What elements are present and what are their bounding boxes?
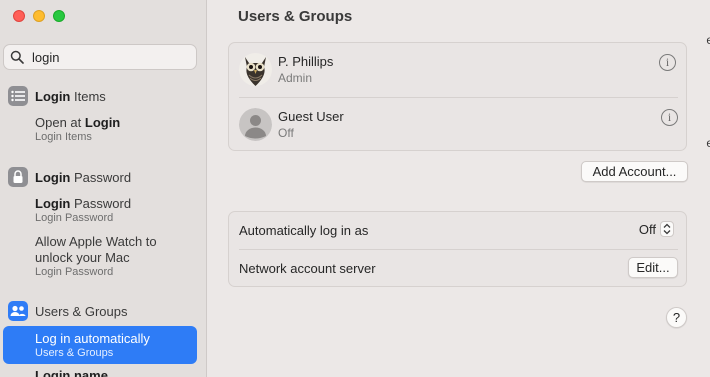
list-icon [8,86,28,106]
search-field[interactable]: × [3,44,206,70]
user-role: Off [278,126,294,140]
result-title-line2: unlock your Mac [35,250,130,265]
section-login-items[interactable]: Login Items [8,85,106,107]
minimize-window-button[interactable] [33,10,45,22]
lock-icon [8,167,28,187]
user-role: Admin [278,71,313,85]
auto-login-row: Automatically log in as Off [229,212,686,249]
result-subtitle: Users & Groups [35,347,114,359]
user-row[interactable]: P. Phillips Admin i [229,43,686,97]
close-window-button[interactable] [13,10,25,22]
auto-login-value: Off [638,221,656,237]
user-row[interactable]: Guest User Off i [239,97,678,151]
clipped-window-text: e [706,136,710,150]
user-name: Guest User [278,109,344,124]
result-subtitle: Login Items [35,131,92,143]
up-down-chevron-icon [660,221,674,237]
sidebar: × Login Items Open at Login Login Items … [0,0,207,377]
result-open-at-login[interactable]: Open at Login Login Items [35,115,120,144]
search-input[interactable] [32,49,206,65]
result-title: Open at Login [35,115,121,130]
users-list: P. Phillips Admin i Guest User Off i [228,42,687,151]
zoom-window-button[interactable] [53,10,65,22]
network-server-label: Network account server [239,261,376,276]
info-icon[interactable]: i [659,54,676,71]
owl-avatar [239,53,272,86]
window-controls [13,10,65,22]
result-title: Log in automatically [35,331,150,346]
result-login-password[interactable]: Login Password Login Password [35,196,131,225]
result-subtitle: Login Password [35,212,114,224]
result-title: Login Password [35,196,132,211]
result-log-in-automatically[interactable]: Log in automatically Users & Groups [3,326,197,364]
result-subtitle: Login Password [35,266,114,278]
users-icon [8,301,28,321]
clipped-window-text: e [706,33,710,47]
login-settings: Automatically log in as Off Network acco… [228,211,687,287]
result-login-name[interactable]: Login name [35,368,108,377]
result-title-line1: Allow Apple Watch to [35,234,157,249]
result-title: Login name [35,368,108,377]
search-icon [10,50,24,64]
edit-button[interactable]: Edit... [628,257,678,278]
section-label: Login Password [35,169,132,185]
result-apple-watch-unlock[interactable]: Allow Apple Watch to unlock your Mac Log… [35,234,157,279]
info-icon[interactable]: i [661,109,678,126]
section-login-password[interactable]: Login Password [8,166,131,188]
help-button[interactable]: ? [666,307,687,328]
network-server-row: Network account server Edit... [239,249,678,286]
section-users-groups[interactable]: Users & Groups [8,300,127,322]
auto-login-label: Automatically log in as [239,223,369,238]
user-name: P. Phillips [278,54,334,69]
add-account-button[interactable]: Add Account... [581,161,688,182]
page-title: Users & Groups [238,8,353,25]
section-label: Users & Groups [35,303,128,319]
auto-login-popup[interactable]: Off [639,221,674,237]
person-placeholder-avatar [239,108,272,141]
section-label: Login Items [35,88,106,104]
main-pane: Users & Groups P. Phillips Admin i Guest… [208,0,710,377]
